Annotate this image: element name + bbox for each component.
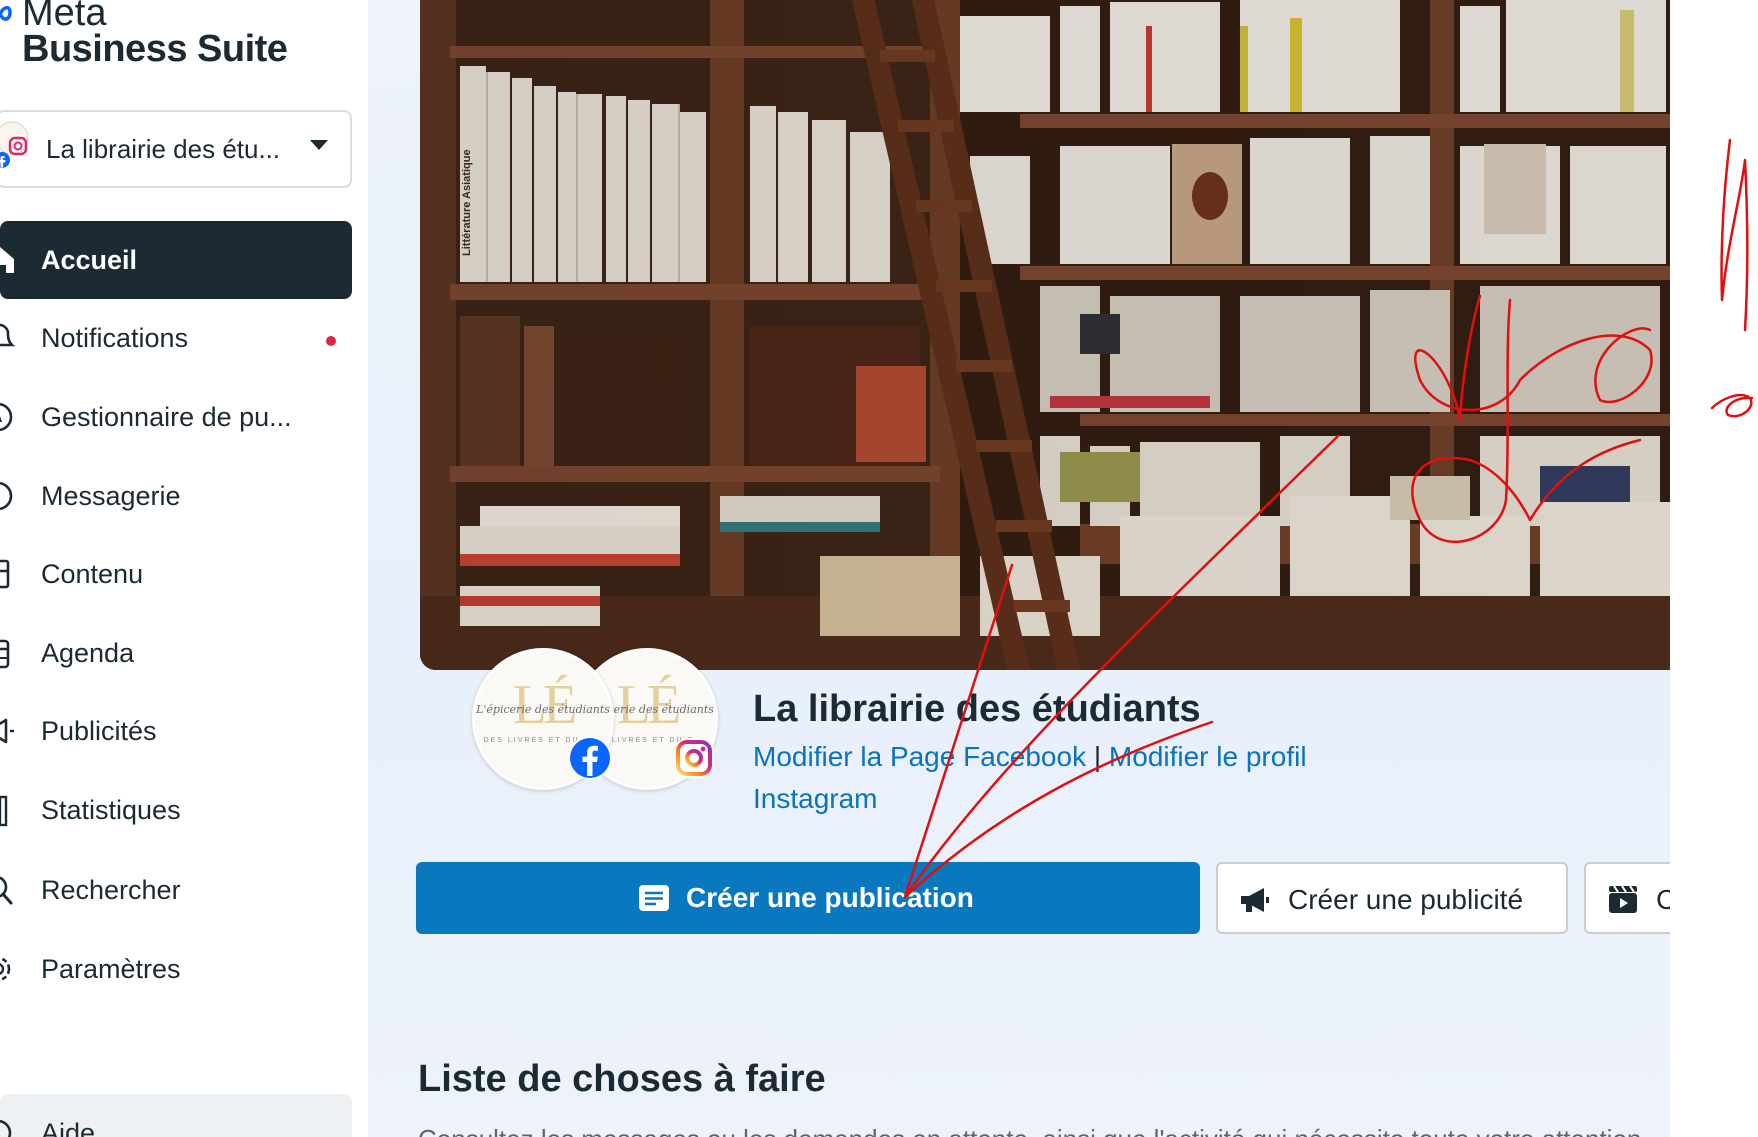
bell-icon (0, 323, 16, 347)
sidebar-item-agenda[interactable]: Agenda (0, 614, 352, 692)
logo-text-business-suite: Business Suite (22, 28, 288, 70)
sidebar-item-aide[interactable]: Aide (0, 1094, 352, 1137)
create-post-label: Créer une publication (686, 882, 974, 913)
search-icon (0, 876, 13, 905)
logo-script: L'épicerie des étudiants (476, 703, 610, 716)
chat-bubble-icon (0, 481, 13, 511)
chevron-down-icon (310, 140, 328, 150)
todo-section-title: Liste de choses à faire (418, 1058, 826, 1100)
account-name: La librairie des étu... (46, 134, 281, 164)
compass-icon (0, 402, 13, 432)
content-icon (0, 559, 10, 589)
sidebar-item-accueil[interactable]: Accueil (0, 221, 352, 299)
sidebar-item-rechercher[interactable]: Rechercher (0, 851, 352, 929)
create-reel-label: C (1656, 884, 1670, 915)
create-post-button[interactable]: Créer une publication (416, 862, 1200, 934)
post-icon (639, 885, 669, 911)
sidebar-item-label: Messagerie (41, 481, 181, 511)
sidebar-item-label: Accueil (41, 245, 138, 275)
megaphone-icon (0, 718, 14, 744)
account-avatar-icon (0, 121, 29, 168)
sidebar-item-messagerie[interactable]: Messagerie (0, 457, 352, 535)
profile-pictures: LÉ L'épicerie des étudiants DES LIVRES E… (472, 648, 722, 790)
bookshelf-image: Littérature Asiatique (420, 0, 1670, 670)
home-icon (0, 247, 14, 273)
sidebar-item-label: Gestionnaire de pu... (41, 402, 292, 432)
page-title: La librairie des étudiants (753, 688, 1201, 730)
link-separator: | (1093, 741, 1102, 772)
sidebar-item-notifications[interactable]: Notifications (0, 299, 352, 377)
help-icon (0, 1119, 12, 1137)
sidebar: Meta Business Suite La librairie des étu… (0, 0, 368, 1137)
edit-instagram-profile-link[interactable]: Modifier le profil (1109, 741, 1307, 772)
sidebar-item-label: Notifications (41, 323, 189, 353)
create-ad-label: Créer une publicité (1288, 884, 1524, 915)
instagram-icon (674, 738, 714, 778)
account-selector[interactable]: La librairie des étu... (0, 110, 352, 188)
sidebar-item-label: Agenda (41, 638, 135, 668)
notification-badge (326, 336, 336, 346)
sidebar-item-label: Publicités (41, 716, 157, 746)
sidebar-item-label: Paramètres (41, 954, 181, 984)
sidebar-item-statistiques[interactable]: Statistiques (0, 771, 352, 849)
create-ad-button[interactable]: Créer une publicité (1216, 862, 1568, 934)
sidebar-item-label: Aide (41, 1118, 96, 1137)
create-reel-button[interactable]: C (1584, 862, 1670, 934)
facebook-icon (568, 736, 612, 780)
sidebar-item-contenu[interactable]: Contenu (0, 535, 352, 613)
page-margin (1670, 0, 1758, 1137)
calendar-icon (0, 639, 10, 669)
sidebar-item-label: Rechercher (41, 875, 181, 905)
gear-icon (0, 956, 11, 982)
bar-chart-icon (0, 795, 8, 827)
meta-logo-icon (0, 6, 12, 21)
clapperboard-icon (1609, 885, 1637, 913)
main-content: Littérature Asiatique LÉ L'épicerie des … (368, 0, 1670, 1137)
sidebar-item-publicites[interactable]: Publicités (0, 692, 352, 770)
profile-links: Modifier la Page Facebook | Modifier le … (753, 736, 1307, 820)
sidebar-item-gestionnaire[interactable]: Gestionnaire de pu... (0, 378, 352, 456)
sidebar-item-label: Contenu (41, 559, 144, 589)
edit-instagram-profile-link-line2[interactable]: Instagram (753, 783, 878, 814)
edit-facebook-page-link[interactable]: Modifier la Page Facebook (753, 741, 1086, 772)
cover-photo: Littérature Asiatique (420, 0, 1670, 670)
todo-section-subtitle: Consultez les messages ou les demandes e… (418, 1124, 1649, 1137)
megaphone-icon (1241, 888, 1269, 912)
sidebar-item-parametres[interactable]: Paramètres (0, 930, 352, 1008)
sidebar-item-label: Statistiques (41, 795, 181, 825)
